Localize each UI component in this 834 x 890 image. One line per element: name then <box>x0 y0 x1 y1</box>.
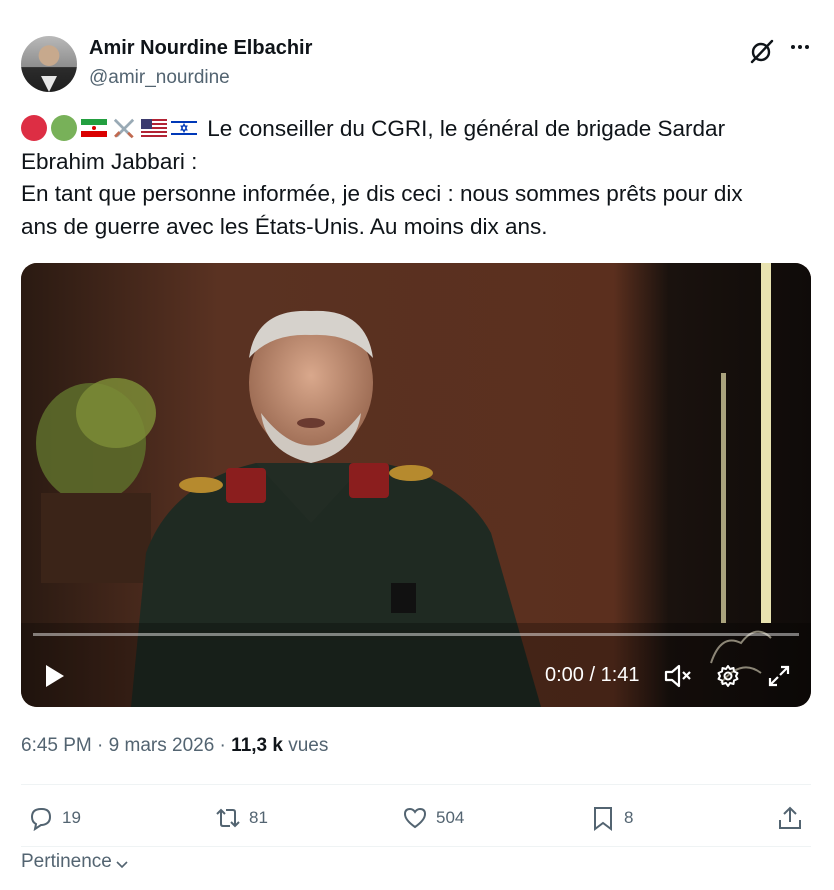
us-flag-icon <box>141 119 167 137</box>
volume-muted-icon[interactable] <box>664 664 692 688</box>
share-icon <box>779 806 801 829</box>
tweet-metadata: 6:45 PM · 9 mars 2026 · 11,3 k vues <box>21 735 328 757</box>
video-time: 0:00 / 1:41 <box>545 664 640 686</box>
share-button[interactable] <box>777 804 811 832</box>
tweet-text-line-3: En tant que personne informée, je dis ce… <box>21 181 743 206</box>
sort-dropdown[interactable]: Pertinence <box>21 851 130 873</box>
play-icon[interactable] <box>41 663 67 689</box>
green-circle-icon <box>51 115 77 141</box>
reply-button[interactable]: 19 <box>28 804 81 832</box>
sort-label: Pertinence <box>21 851 112 872</box>
divider-bottom <box>21 846 811 847</box>
reply-count: 19 <box>62 808 81 827</box>
repost-count: 81 <box>249 808 268 827</box>
settings-gear-icon[interactable] <box>716 664 740 688</box>
tweet-text-line-1: Le conseiller du CGRI, le général de bri… <box>207 116 726 141</box>
avatar[interactable] <box>21 36 77 92</box>
heart-icon <box>403 807 427 829</box>
divider-top <box>21 784 811 785</box>
tweet-text: Le conseiller du CGRI, le général de bri… <box>21 113 821 243</box>
author-name[interactable]: Amir Nourdine Elbachir <box>89 37 312 60</box>
bookmark-button[interactable]: 8 <box>590 804 633 832</box>
more-options-icon[interactable] <box>789 34 811 56</box>
red-circle-icon <box>21 115 47 141</box>
chevron-down-icon <box>116 861 128 869</box>
fullscreen-icon[interactable] <box>767 664 791 688</box>
repost-button[interactable]: 81 <box>215 804 268 832</box>
repost-icon <box>216 808 240 828</box>
view-count: 11,3 k <box>231 735 283 756</box>
tweet-time[interactable]: 6:45 PM <box>21 735 92 756</box>
bookmark-count: 8 <box>624 808 634 827</box>
meta-separator: · <box>214 735 232 756</box>
video-player[interactable]: 0:00 / 1:41 <box>21 263 811 707</box>
iran-flag-icon <box>81 119 107 137</box>
like-count: 504 <box>436 808 465 827</box>
like-button[interactable]: 504 <box>402 804 464 832</box>
tweet-text-line-2: Ebrahim Jabbari : <box>21 148 198 174</box>
views-label: vues <box>282 735 329 756</box>
grok-icon[interactable] <box>749 38 775 64</box>
reply-icon <box>30 808 52 831</box>
video-frame <box>21 263 811 707</box>
avatar-shirt <box>41 76 57 92</box>
crossed-swords-icon <box>113 118 135 139</box>
israel-flag-icon <box>171 119 197 137</box>
tweet-date[interactable]: 9 mars 2026 <box>109 735 215 756</box>
meta-separator: · <box>91 735 109 756</box>
author-handle[interactable]: @amir_nourdine <box>89 67 230 89</box>
video-progress-bar[interactable] <box>33 633 799 636</box>
tweet-line-1: Le conseiller du CGRI, le général de bri… <box>21 113 821 146</box>
tweet-text-line-4: ans de guerre avec les États-Unis. Au mo… <box>21 213 548 239</box>
bookmark-icon <box>594 807 612 831</box>
